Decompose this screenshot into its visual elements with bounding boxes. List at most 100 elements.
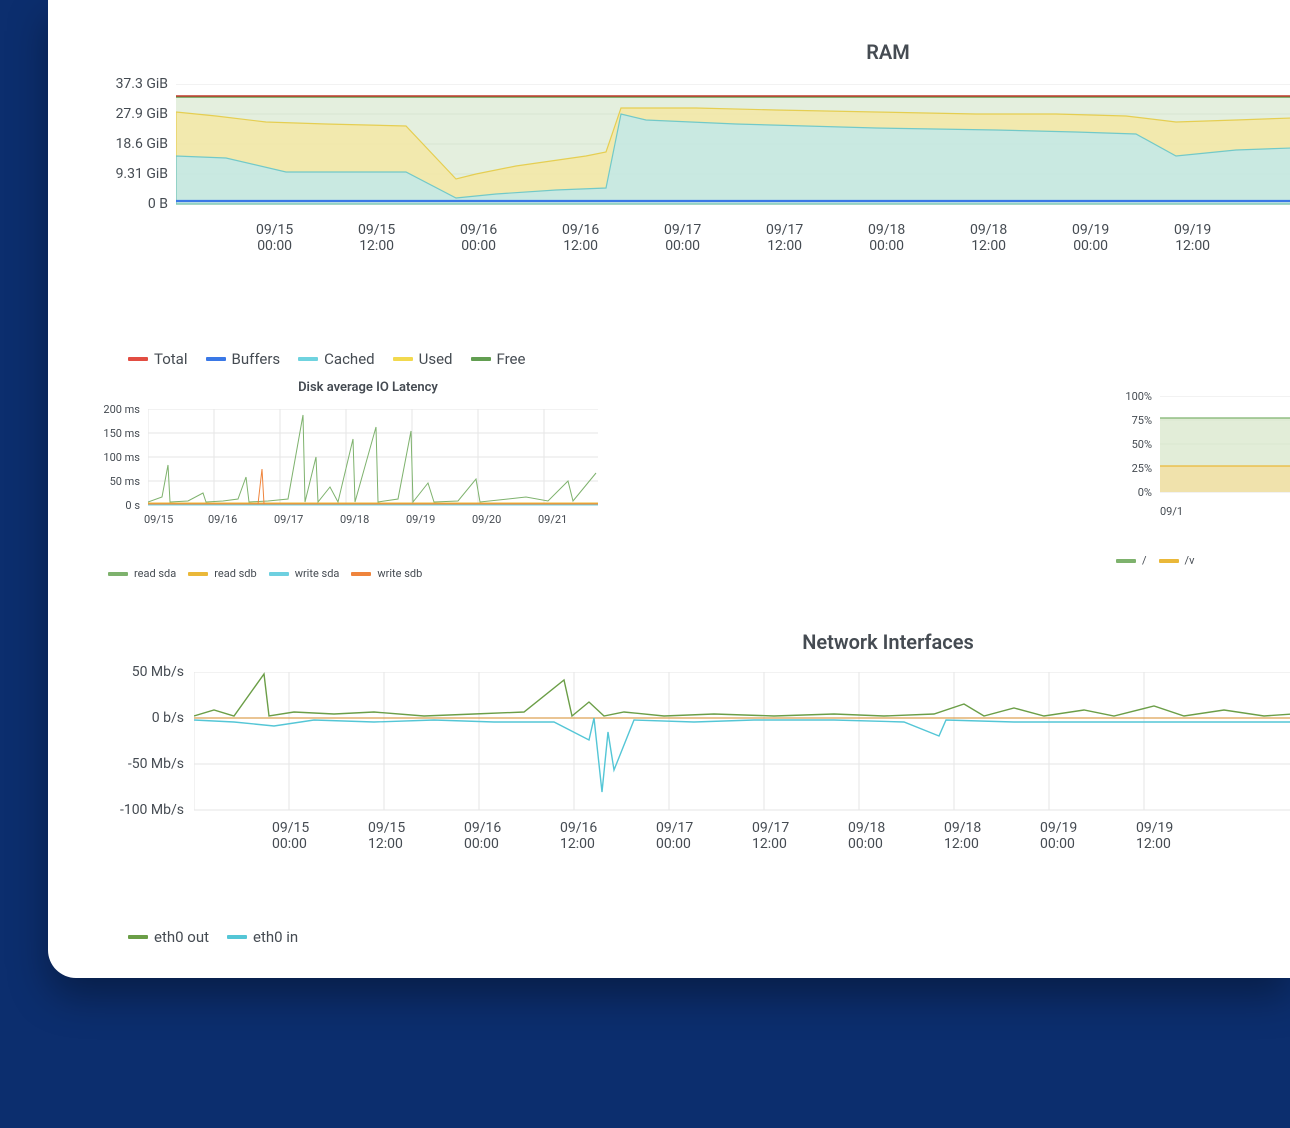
legend-label: write sda bbox=[295, 567, 340, 580]
disk-pct-panel[interactable]: 100% 75% 50% 25% 0% 09/ bbox=[1110, 396, 1290, 567]
swatch-icon bbox=[1159, 559, 1179, 563]
legend-item-read-sdb[interactable]: read sdb bbox=[188, 567, 256, 580]
xt: 09/18 12:00 bbox=[944, 820, 981, 852]
net-y-tick: 0 b/s bbox=[152, 710, 184, 726]
diskio-y-tick: 50 ms bbox=[110, 475, 140, 488]
legend-item-write-sdb[interactable]: write sdb bbox=[351, 567, 422, 580]
swatch-icon bbox=[108, 572, 128, 576]
ram-y-tick: 37.3 GiB bbox=[116, 76, 168, 92]
legend-label: read sda bbox=[134, 567, 176, 580]
legend-label: read sdb bbox=[214, 567, 256, 580]
net-x-tick: 09/15 00:00 bbox=[272, 820, 309, 852]
ram-x-tick: 09/18 00:00 bbox=[868, 222, 905, 254]
diskio-plot[interactable] bbox=[148, 409, 598, 509]
swatch-icon bbox=[188, 572, 208, 576]
diskio-y-tick: 150 ms bbox=[103, 427, 140, 440]
net-x-tick: 09/17 00:00 bbox=[656, 820, 693, 852]
net-y-tick: -50 Mb/s bbox=[128, 756, 184, 772]
legend-item-free[interactable]: Free bbox=[471, 350, 526, 368]
ram-panel[interactable]: RAM 37.3 GiB 27.9 GiB 18.6 GiB 9.31 GiB … bbox=[88, 40, 1288, 368]
net-title: Network Interfaces bbox=[488, 630, 1288, 654]
legend-label: write sdb bbox=[377, 567, 422, 580]
legend-item-write-sda[interactable]: write sda bbox=[269, 567, 340, 580]
swatch-icon bbox=[471, 357, 491, 361]
legend-label: eth0 out bbox=[154, 928, 209, 946]
legend-label: Free bbox=[497, 350, 526, 368]
diskpct-y-tick: 25% bbox=[1132, 462, 1152, 475]
xt: 09/15 00:00 bbox=[256, 222, 293, 254]
ram-title: RAM bbox=[488, 40, 1288, 64]
diskio-title: Disk average IO Latency bbox=[128, 380, 608, 395]
dashboard-card: RAM 37.3 GiB 27.9 GiB 18.6 GiB 9.31 GiB … bbox=[48, 0, 1290, 978]
diskio-x-tick: 09/16 bbox=[208, 513, 237, 526]
legend-item-eth0-out[interactable]: eth0 out bbox=[128, 928, 209, 946]
legend-label: / bbox=[1142, 554, 1147, 567]
xt: 09/18 00:00 bbox=[848, 820, 885, 852]
legend-item-other[interactable]: /v bbox=[1159, 554, 1195, 567]
legend-item-buffers[interactable]: Buffers bbox=[206, 350, 281, 368]
net-x-tick: 09/19 00:00 bbox=[1040, 820, 1077, 852]
ram-legend[interactable]: Total Buffers Cached Used Free bbox=[128, 350, 1288, 368]
xt: 09/19 12:00 bbox=[1136, 820, 1173, 852]
diskio-x-tick: 09/18 bbox=[340, 513, 369, 526]
legend-item-used[interactable]: Used bbox=[393, 350, 453, 368]
legend-item-cached[interactable]: Cached bbox=[298, 350, 374, 368]
diskpct-legend[interactable]: / /v bbox=[1116, 554, 1290, 567]
xt: 09/17 12:00 bbox=[752, 820, 789, 852]
swatch-icon bbox=[393, 357, 413, 361]
ram-x-tick: 09/17 12:00 bbox=[766, 222, 803, 254]
xt: 09/19 00:00 bbox=[1072, 222, 1109, 254]
swatch-icon bbox=[128, 935, 148, 939]
ram-y-tick: 27.9 GiB bbox=[116, 106, 168, 122]
ram-y-tick: 18.6 GiB bbox=[116, 136, 168, 152]
diskio-x-tick: 09/21 bbox=[538, 513, 567, 526]
swatch-icon bbox=[351, 572, 371, 576]
net-x-tick: 09/15 12:00 bbox=[368, 820, 405, 852]
net-x-tick: 09/17 12:00 bbox=[752, 820, 789, 852]
legend-label: Cached bbox=[324, 350, 374, 368]
legend-item-root[interactable]: / bbox=[1116, 554, 1147, 567]
diskpct-y-tick: 75% bbox=[1132, 414, 1152, 427]
diskio-panel[interactable]: Disk average IO Latency 200 ms 150 ms 10… bbox=[88, 380, 608, 580]
xt: 09/18 12:00 bbox=[970, 222, 1007, 254]
xt: 09/17 00:00 bbox=[664, 222, 701, 254]
ram-plot[interactable] bbox=[176, 84, 1290, 214]
swatch-icon bbox=[298, 357, 318, 361]
diskio-y-tick: 0 s bbox=[125, 499, 140, 512]
legend-label: eth0 in bbox=[253, 928, 298, 946]
legend-item-total[interactable]: Total bbox=[128, 350, 188, 368]
ram-y-tick: 0 B bbox=[148, 196, 168, 212]
diskpct-plot[interactable] bbox=[1160, 396, 1290, 496]
diskio-x-tick: 09/19 bbox=[406, 513, 435, 526]
net-legend[interactable]: eth0 out eth0 in bbox=[128, 928, 1288, 946]
net-y-tick: 50 Mb/s bbox=[132, 664, 184, 680]
xt: 09/16 00:00 bbox=[464, 820, 501, 852]
net-x-tick: 09/16 12:00 bbox=[560, 820, 597, 852]
net-x-tick: 09/19 12:00 bbox=[1136, 820, 1173, 852]
diskpct-x-tick: 09/1 bbox=[1160, 505, 1183, 518]
diskio-x-tick: 09/20 bbox=[472, 513, 501, 526]
diskio-legend[interactable]: read sda read sdb write sda write sdb bbox=[108, 567, 608, 580]
xt: 09/17 12:00 bbox=[766, 222, 803, 254]
ram-y-tick: 9.31 GiB bbox=[116, 166, 168, 182]
ram-x-tick: 09/19 00:00 bbox=[1072, 222, 1109, 254]
swatch-icon bbox=[1116, 559, 1136, 563]
legend-item-read-sda[interactable]: read sda bbox=[108, 567, 176, 580]
swatch-icon bbox=[227, 935, 247, 939]
net-plot[interactable] bbox=[194, 672, 1290, 812]
xt: 09/16 12:00 bbox=[562, 222, 599, 254]
xt: 09/16 00:00 bbox=[460, 222, 497, 254]
diskpct-y-tick: 50% bbox=[1132, 438, 1152, 451]
ram-x-tick: 09/18 12:00 bbox=[970, 222, 1007, 254]
diskio-x-tick: 09/17 bbox=[274, 513, 303, 526]
net-panel[interactable]: Network Interfaces 50 Mb/s 0 b/s -50 Mb/… bbox=[88, 630, 1288, 946]
swatch-icon bbox=[269, 572, 289, 576]
diskio-y-tick: 200 ms bbox=[103, 403, 140, 416]
xt: 09/15 12:00 bbox=[368, 820, 405, 852]
legend-item-eth0-in[interactable]: eth0 in bbox=[227, 928, 298, 946]
net-x-tick: 09/18 00:00 bbox=[848, 820, 885, 852]
ram-x-tick: 09/15 00:00 bbox=[256, 222, 293, 254]
xt: 09/19 12:00 bbox=[1174, 222, 1211, 254]
diskio-y-tick: 100 ms bbox=[103, 451, 140, 464]
xt: 09/16 12:00 bbox=[560, 820, 597, 852]
